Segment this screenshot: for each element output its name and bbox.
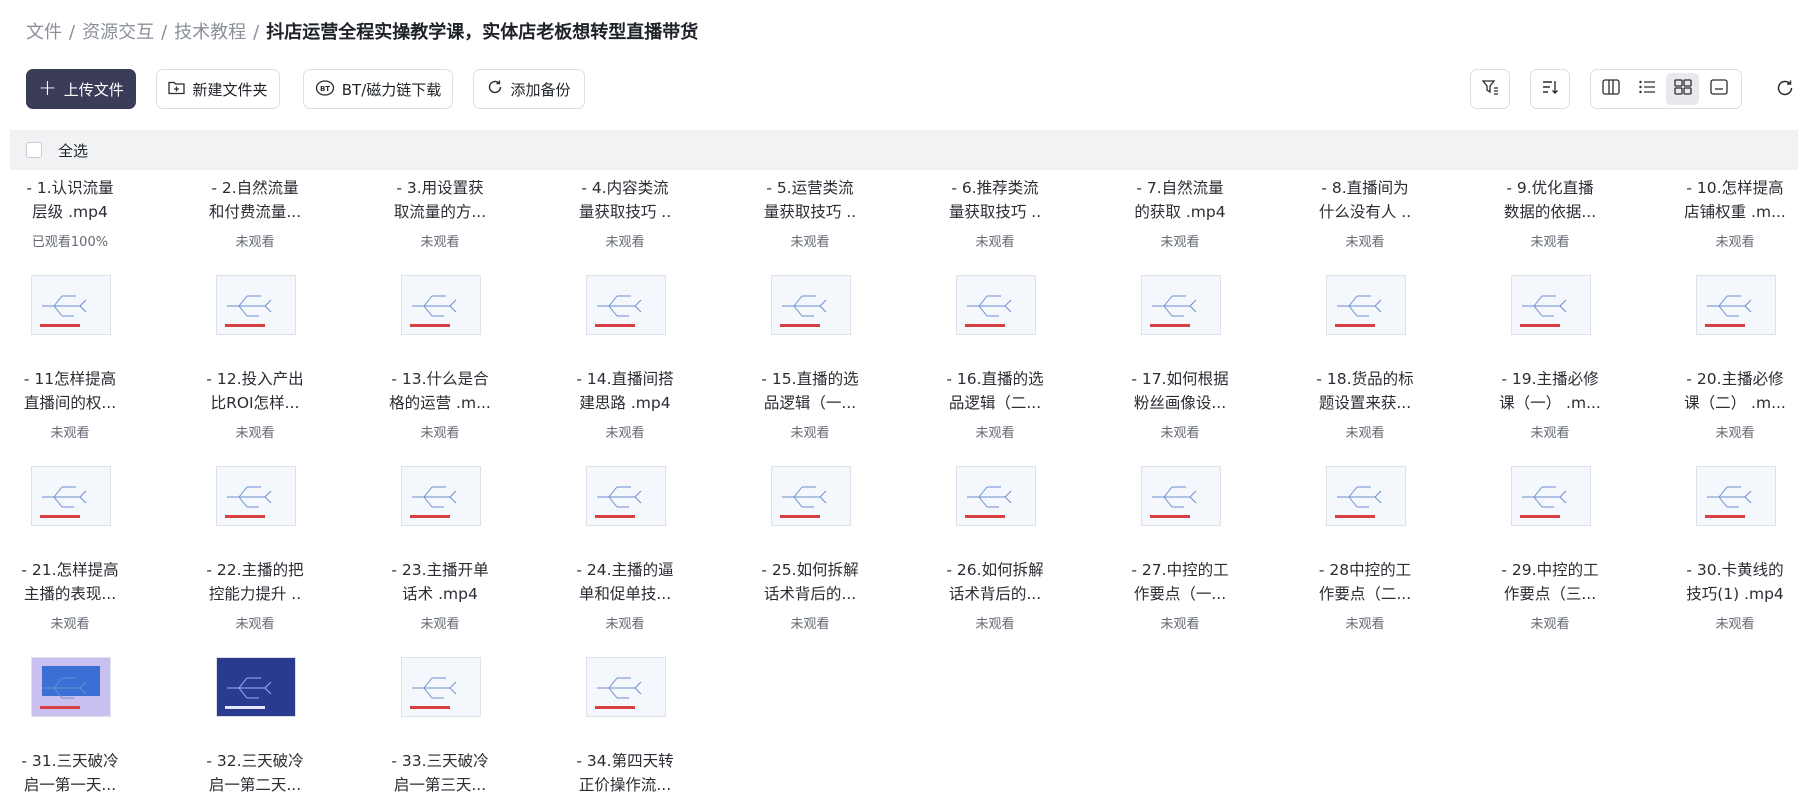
video-thumbnail[interactable] xyxy=(401,466,481,526)
video-thumbnail[interactable] xyxy=(216,657,296,717)
watch-status: 未观看 xyxy=(790,617,830,632)
video-thumbnail[interactable] xyxy=(586,657,666,717)
file-item[interactable]: - 28中控的工 作要点（二... 未观看 xyxy=(1295,0,1480,794)
file-name-line: 作要点（一... xyxy=(1133,585,1227,603)
file-name-line: 话术背后的... xyxy=(763,585,857,603)
video-thumbnail[interactable] xyxy=(216,275,296,335)
video-thumbnail[interactable] xyxy=(1326,275,1406,335)
file-item[interactable]: - 29.中控的工 作要点（三... 未观看 xyxy=(1480,0,1665,794)
file-name-line: - 33.三天破冷 xyxy=(391,752,489,770)
file-grid: - 1.认识流量 层级 .mp4 已观看100% - 2.自然流量 和付费流量... 未观… xyxy=(0,0,1798,794)
video-thumbnail[interactable] xyxy=(31,275,111,335)
file-name: - 34.第四天转 正价操作流... xyxy=(555,749,695,797)
file-name-line: 作要点（二... xyxy=(1318,585,1412,603)
file-name-line: 作要点（三... xyxy=(1503,585,1597,603)
file-item[interactable]: - 27.中控的工 作要点（一... 未观看 xyxy=(1110,0,1295,794)
file-name: - 32.三天破冷 启一第二天... xyxy=(185,749,325,797)
file-name: - 31.三天破冷 启一第一天... xyxy=(0,749,140,797)
file-name: - 27.中控的工 作要点（一... xyxy=(1110,558,1250,606)
video-thumbnail[interactable] xyxy=(956,275,1036,335)
file-name-line: - 29.中控的工 xyxy=(1501,561,1599,579)
watch-status: 未观看 xyxy=(975,617,1015,632)
video-thumbnail[interactable] xyxy=(31,466,111,526)
file-name: - 29.中控的工 作要点（三... xyxy=(1480,558,1620,606)
file-name: - 26.如何拆解 话术背后的... xyxy=(925,558,1065,606)
video-thumbnail[interactable] xyxy=(401,657,481,717)
file-name-line: - 32.三天破冷 xyxy=(206,752,304,770)
video-thumbnail[interactable] xyxy=(216,466,296,526)
video-thumbnail[interactable] xyxy=(1696,275,1776,335)
video-thumbnail[interactable] xyxy=(771,466,851,526)
video-thumbnail[interactable] xyxy=(1141,275,1221,335)
file-name-line: - 27.中控的工 xyxy=(1131,561,1229,579)
video-thumbnail[interactable] xyxy=(771,275,851,335)
file-name: - 28中控的工 作要点（二... xyxy=(1295,558,1435,606)
file-name-line: - 25.如何拆解 xyxy=(761,561,859,579)
file-name: - 33.三天破冷 启一第三天... xyxy=(370,749,510,797)
file-name-line: 话术背后的... xyxy=(948,585,1042,603)
file-item[interactable]: - 25.如何拆解 话术背后的... 未观看 xyxy=(740,0,925,794)
file-item[interactable]: - 26.如何拆解 话术背后的... 未观看 xyxy=(925,0,1110,794)
watch-status: 未观看 xyxy=(1345,617,1385,632)
video-thumbnail[interactable] xyxy=(1511,466,1591,526)
file-name-line: - 30.卡黄线的 xyxy=(1686,561,1784,579)
video-thumbnail[interactable] xyxy=(956,466,1036,526)
file-name-line: 启一第一天... xyxy=(23,776,117,794)
video-thumbnail[interactable] xyxy=(1326,466,1406,526)
watch-status: 未观看 xyxy=(1530,617,1570,632)
file-name-line: 技巧(1) .mp4 xyxy=(1686,585,1784,603)
video-thumbnail[interactable] xyxy=(586,275,666,335)
file-name-line: - 28中控的工 xyxy=(1318,561,1412,579)
file-item[interactable]: - 30.卡黄线的 技巧(1) .mp4 未观看 xyxy=(1665,0,1798,794)
video-thumbnail[interactable] xyxy=(1511,275,1591,335)
file-name-line: 启一第二天... xyxy=(208,776,302,794)
file-name-line: - 26.如何拆解 xyxy=(946,561,1044,579)
file-name-line: - 31.三天破冷 xyxy=(21,752,119,770)
file-name-line: 启一第三天... xyxy=(393,776,487,794)
file-name-line: 正价操作流... xyxy=(578,776,672,794)
watch-status: 未观看 xyxy=(1160,617,1200,632)
file-name-line: - 34.第四天转 xyxy=(576,752,674,770)
watch-status: 未观看 xyxy=(1715,617,1755,632)
video-thumbnail[interactable] xyxy=(586,466,666,526)
video-thumbnail[interactable] xyxy=(401,275,481,335)
file-name: - 25.如何拆解 话术背后的... xyxy=(740,558,880,606)
video-thumbnail[interactable] xyxy=(31,657,111,717)
video-thumbnail[interactable] xyxy=(1141,466,1221,526)
file-name: - 30.卡黄线的 技巧(1) .mp4 xyxy=(1665,558,1798,606)
video-thumbnail[interactable] xyxy=(1696,466,1776,526)
